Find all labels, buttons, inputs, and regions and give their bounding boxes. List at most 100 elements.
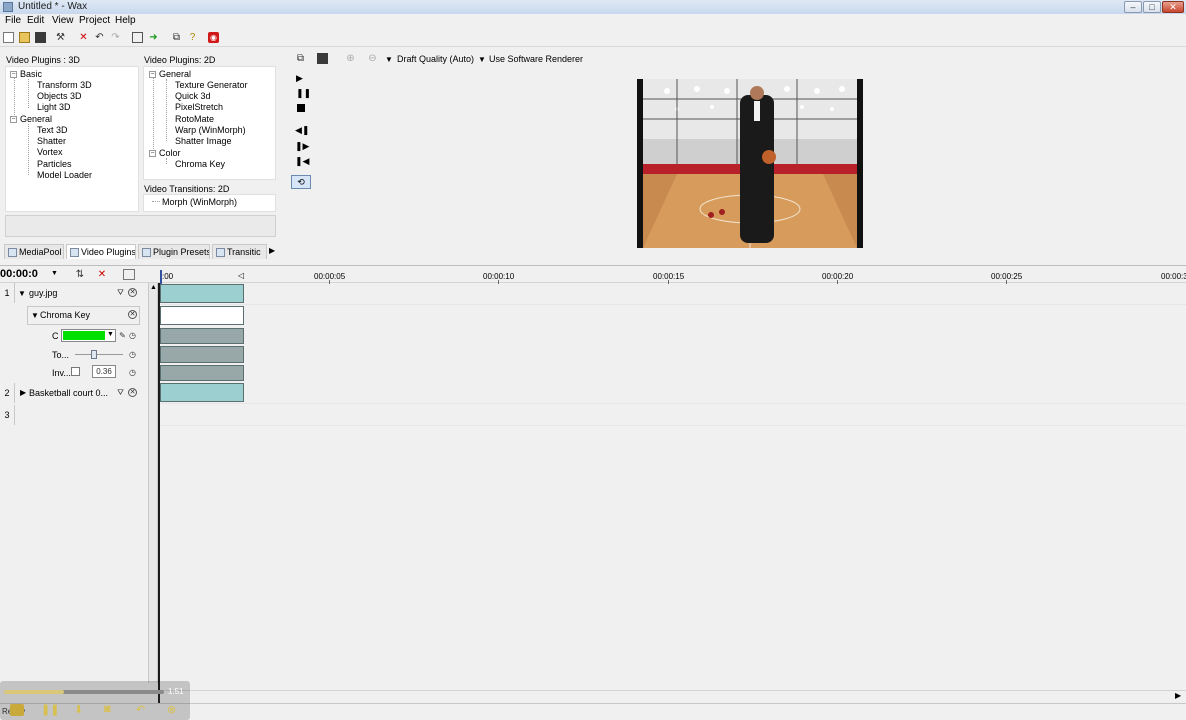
tolerance-slider-thumb[interactable] [91, 350, 97, 359]
menu-file[interactable]: File [5, 15, 21, 26]
plugin-texture-generator[interactable]: Texture Generator [175, 80, 248, 90]
clip-basketball-court[interactable] [160, 383, 244, 402]
copy-frame-icon[interactable]: ⧉ [295, 53, 306, 64]
track-1-collapse-icon[interactable]: ▼ [18, 289, 26, 298]
effect-collapse-icon[interactable]: ▼ [31, 311, 39, 320]
plugin-pixelstretch[interactable]: PixelStretch [175, 102, 223, 112]
tree-group-color[interactable]: − Color [149, 148, 181, 158]
recorder-pause-icon[interactable]: ❚❚ [41, 703, 59, 716]
plugin-shatter[interactable]: Shatter [37, 136, 66, 146]
quality-dropdown-icon[interactable]: ▼ [385, 55, 393, 64]
plugin-text-3d[interactable]: Text 3D [37, 125, 68, 135]
tab-transitions[interactable]: Transitic [212, 244, 267, 259]
loop-icon[interactable]: ⟲ [291, 175, 311, 189]
plugin-objects-3d[interactable]: Objects 3D [37, 91, 82, 101]
undo-icon[interactable]: ↶ [94, 32, 105, 43]
param-tolerance-keyframe-icon[interactable]: ◷ [128, 350, 137, 359]
track-properties-icon[interactable] [123, 269, 135, 280]
track-2-visibility-icon[interactable]: ⛛ [116, 388, 125, 397]
quality-dropdown[interactable]: Draft Quality (Auto) [397, 54, 474, 64]
track-1-remove-icon[interactable]: ✕ [128, 288, 137, 297]
maximize-button[interactable]: □ [1143, 1, 1161, 13]
record-icon[interactable]: ◉ [208, 32, 219, 43]
menu-view[interactable]: View [52, 15, 74, 26]
new-file-icon[interactable] [3, 32, 14, 43]
plugin-transform-3d[interactable]: Transform 3D [37, 80, 92, 90]
track-2-expand-icon[interactable]: ▶ [20, 388, 26, 397]
plugin-quick-3d[interactable]: Quick 3d [175, 91, 211, 101]
renderer-dropdown-icon[interactable]: ▼ [478, 55, 486, 64]
render-arrow-icon[interactable]: ➜ [148, 32, 159, 43]
plugin-particles[interactable]: Particles [37, 159, 72, 169]
recorder-download-icon[interactable]: ⬇ [74, 703, 83, 716]
menu-project[interactable]: Project [79, 15, 110, 26]
track-2-remove-icon[interactable]: ✕ [128, 388, 137, 397]
recorder-cancel-icon[interactable]: ⊗ [167, 703, 176, 716]
track-sort-icon[interactable]: ⇅ [72, 269, 88, 280]
tolerance-slider-track[interactable] [75, 354, 123, 355]
zoom-out-icon[interactable]: ⊖ [367, 53, 378, 64]
plugin-model-loader[interactable]: Model Loader [37, 170, 92, 180]
go-start-icon[interactable]: ❚◀ [295, 156, 309, 167]
clip-guy[interactable] [160, 284, 244, 303]
param-color-keyframe-icon[interactable]: ◷ [128, 331, 137, 340]
param-color-lane[interactable] [160, 328, 244, 344]
plugin-warp-winmorph[interactable]: Warp (WinMorph) [175, 125, 246, 135]
help-icon[interactable]: ? [187, 32, 198, 43]
scroll-up-icon[interactable]: ▲ [150, 284, 157, 291]
menu-help[interactable]: Help [115, 15, 136, 26]
wand-icon[interactable]: ⚒ [55, 32, 66, 43]
plugin-rotomate[interactable]: RotoMate [175, 114, 214, 124]
close-button[interactable]: ✕ [1162, 1, 1184, 13]
plugin-light-3d[interactable]: Light 3D [37, 102, 71, 112]
tab-plugin-presets[interactable]: Plugin Presets [138, 244, 210, 259]
key-color-picker[interactable]: ▼ [61, 329, 116, 342]
tab-mediapool[interactable]: MediaPool [4, 244, 64, 259]
param-invert-keyframe-icon[interactable]: ◷ [128, 368, 137, 377]
renderer-dropdown[interactable]: Use Software Renderer [489, 54, 583, 64]
param-invert-lane[interactable] [160, 365, 244, 381]
param-tolerance-lane[interactable] [160, 346, 244, 363]
pause-icon[interactable]: ❚❚ [296, 88, 311, 99]
recorder-camera-icon[interactable]: ◙ [104, 703, 111, 715]
tab-scroll-right-icon[interactable]: ▶ [269, 246, 275, 255]
plugin-chroma-key[interactable]: Chroma Key [175, 159, 225, 169]
open-folder-icon[interactable] [19, 32, 30, 43]
tree-group-general-3d[interactable]: − General [10, 114, 52, 124]
timecode-display[interactable]: 00:00:0 [0, 268, 38, 280]
crop-icon[interactable] [132, 32, 143, 43]
timecode-fraction-dropdown-icon[interactable]: ▼ [51, 270, 58, 277]
transition-morph-winmorph[interactable]: Morph (WinMorph) [162, 197, 237, 207]
next-frame-icon[interactable]: ❚▶ [295, 141, 309, 152]
invert-checkbox[interactable] [71, 367, 80, 376]
work-area-marker-icon[interactable]: ◁ [238, 271, 244, 280]
track-1-visibility-icon[interactable]: ⛛ [116, 288, 125, 297]
redo-icon[interactable]: ↷ [110, 32, 121, 43]
menu-edit[interactable]: Edit [27, 15, 44, 26]
save-frame-icon[interactable] [317, 53, 328, 64]
delete-track-icon[interactable]: ✕ [94, 269, 110, 280]
tree-group-general-2d[interactable]: − General [149, 69, 191, 79]
zoom-in-icon[interactable]: ⊕ [345, 53, 356, 64]
track-2-name[interactable]: Basketball court 0... [29, 388, 113, 398]
plugin-shatter-image[interactable]: Shatter Image [175, 136, 232, 146]
tree-group-basic[interactable]: − Basic [10, 69, 42, 79]
minimize-button[interactable]: – [1124, 1, 1142, 13]
stop-icon[interactable] [297, 104, 305, 112]
effect-clip[interactable] [160, 306, 244, 325]
export-icon[interactable]: ⧉ [171, 32, 182, 43]
tab-video-plugins[interactable]: Video Plugins [66, 244, 136, 259]
scroll-right-icon[interactable]: ▶ [1175, 691, 1181, 700]
play-icon[interactable]: ▶ [296, 73, 303, 84]
color-dropdown-icon[interactable]: ▼ [107, 331, 114, 338]
timeline-horizontal-scrollbar[interactable] [160, 690, 1186, 702]
delete-icon[interactable]: ✕ [78, 32, 89, 43]
recorder-undo-icon[interactable]: ↶ [136, 703, 145, 716]
effect-remove-icon[interactable]: ✕ [128, 310, 137, 319]
plugin-vortex[interactable]: Vortex [37, 147, 63, 157]
save-icon[interactable] [35, 32, 46, 43]
track-list-scrollbar[interactable] [148, 283, 158, 683]
effect-name[interactable]: Chroma Key [40, 310, 90, 320]
track-1-name[interactable]: guy.jpg [29, 288, 57, 298]
eyedropper-icon[interactable]: ✎ [118, 331, 127, 340]
